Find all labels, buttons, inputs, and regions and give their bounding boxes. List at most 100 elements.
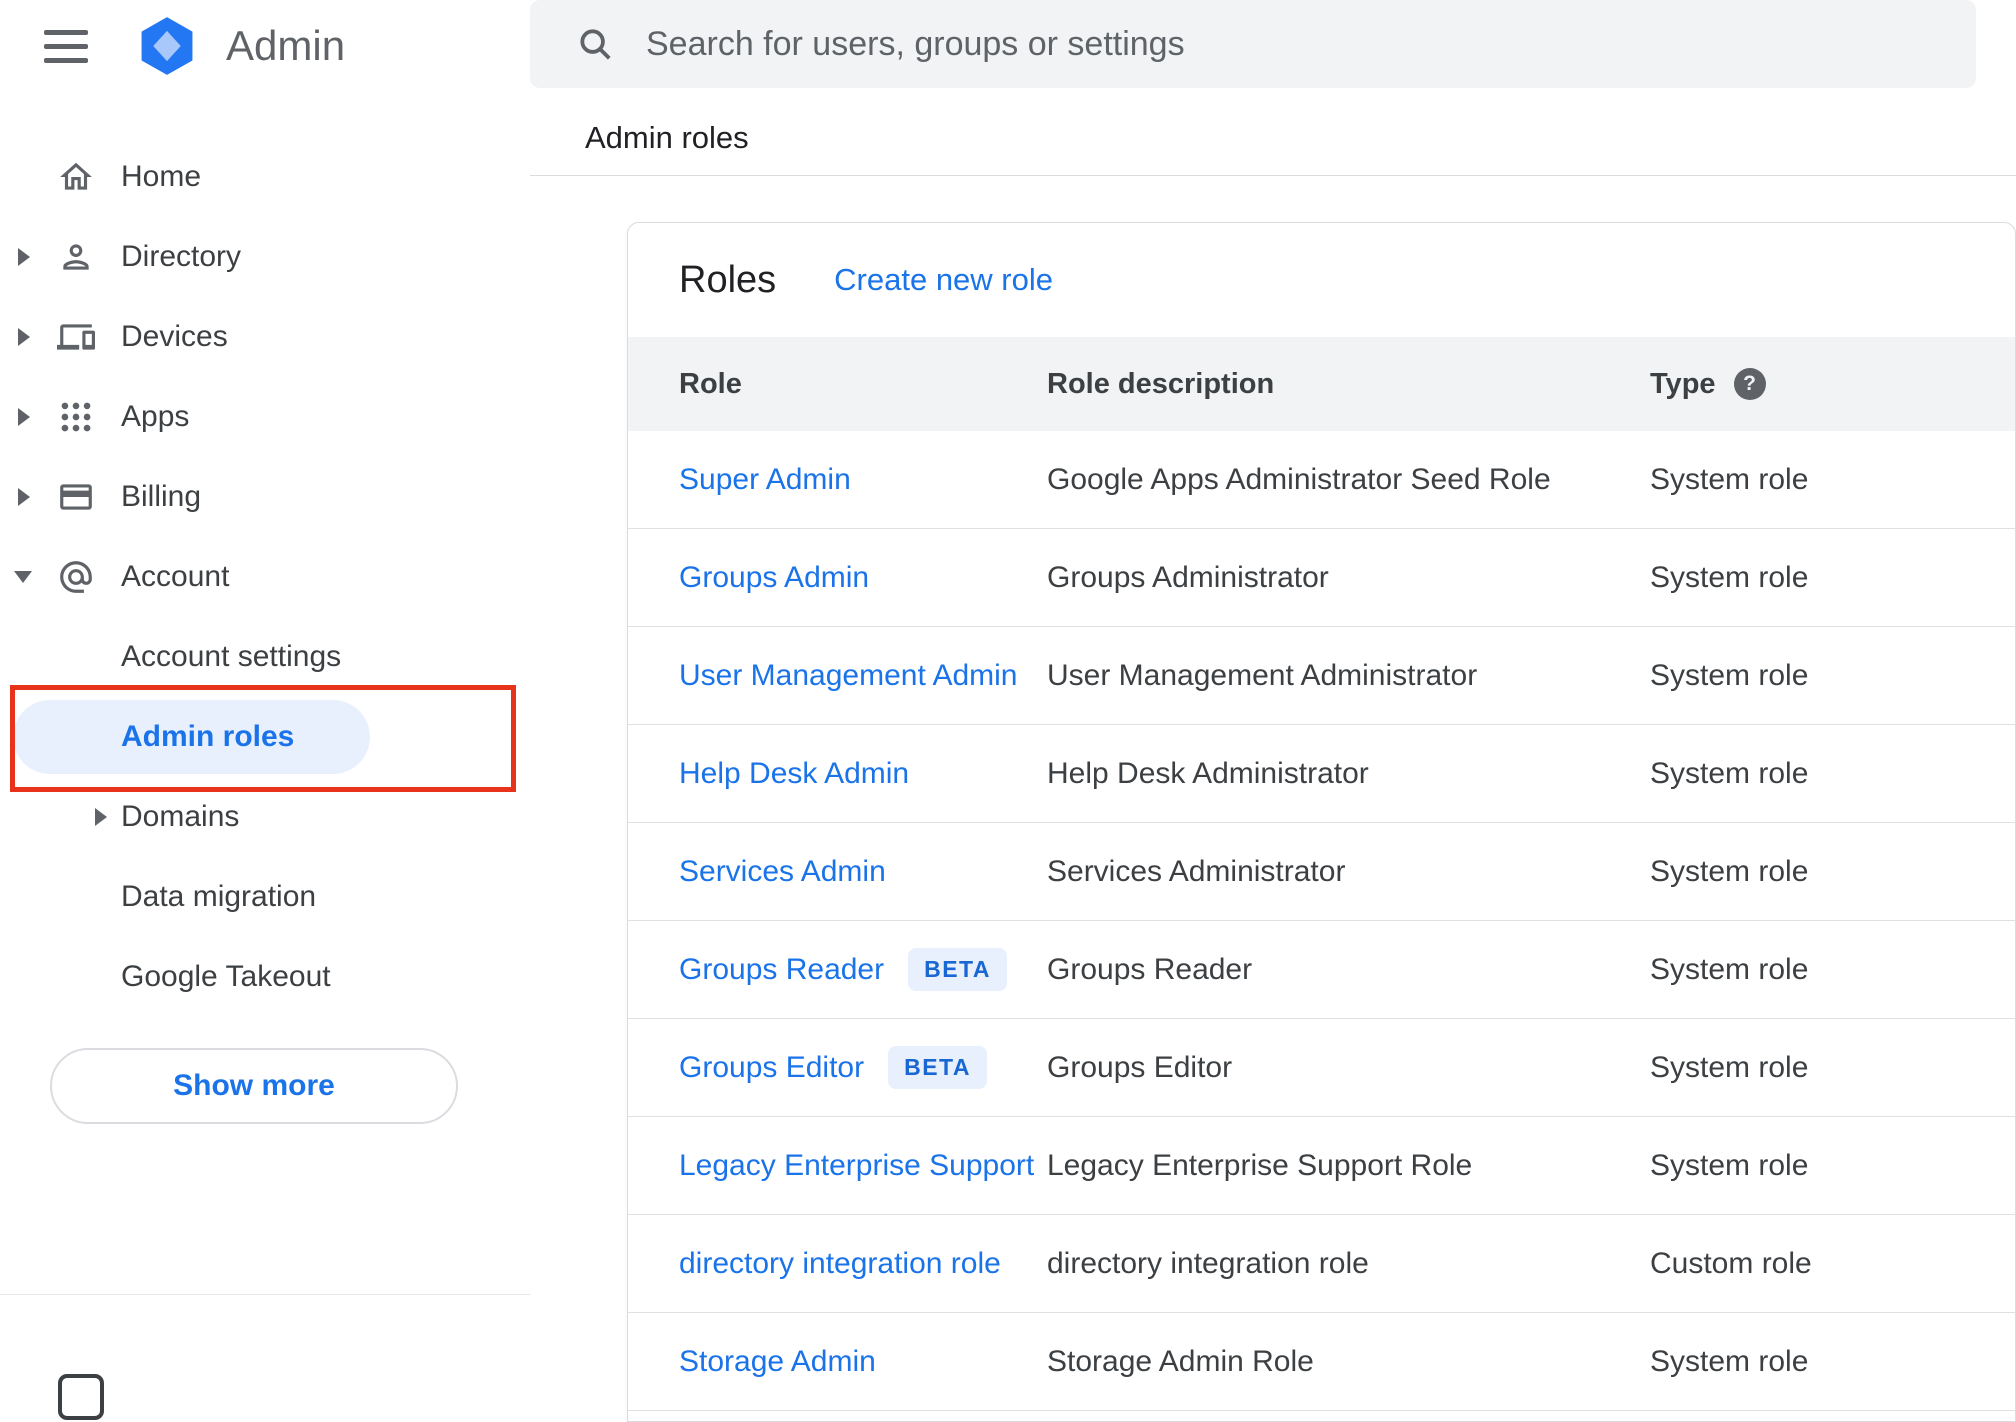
- table-row: Groups Reader BETA Groups Reader System r…: [628, 921, 2015, 1019]
- role-description: User Management Administrator: [1047, 658, 1478, 692]
- sidebar-item-label: Data migration: [121, 880, 317, 913]
- role-description: Groups Administrator: [1047, 560, 1329, 594]
- apps-grid-icon: [56, 397, 96, 437]
- table-row: directory integration role directory int…: [628, 1215, 2015, 1313]
- at-sign-icon: [56, 557, 96, 597]
- role-link[interactable]: Groups Editor: [679, 1051, 864, 1085]
- create-new-role-link[interactable]: Create new role: [834, 262, 1053, 298]
- roles-card: Roles Create new role Role Role descript…: [627, 222, 2016, 1422]
- column-header-role: Role: [679, 367, 742, 400]
- sidebar-item-devices[interactable]: Devices: [0, 297, 530, 377]
- credit-card-icon: [56, 477, 96, 517]
- sidebar-item-home[interactable]: Home: [0, 137, 530, 217]
- role-description: Google Apps Administrator Seed Role: [1047, 462, 1551, 496]
- roles-card-header: Roles Create new role: [628, 223, 2015, 337]
- column-header-type: Type: [1650, 368, 2015, 401]
- chevron-right-icon[interactable]: [18, 328, 30, 346]
- table-row: User Management Admin User Management Ad…: [628, 627, 2015, 725]
- show-more-button[interactable]: Show more: [50, 1048, 458, 1124]
- role-description: directory integration role: [1047, 1246, 1369, 1280]
- sidebar-item-label: Home: [121, 160, 202, 193]
- role-type: System role: [1650, 658, 1809, 692]
- search-input[interactable]: [646, 24, 1946, 64]
- sidebar-item-label: Billing: [121, 480, 202, 513]
- sidebar-item-account[interactable]: Account: [0, 537, 530, 617]
- role-link[interactable]: Legacy Enterprise Support: [679, 1149, 1034, 1183]
- beta-badge: BETA: [908, 948, 1008, 991]
- role-type: Custom role: [1650, 1246, 1812, 1280]
- column-header-type-label: Type: [1650, 367, 1716, 400]
- admin-logo-icon: [134, 13, 200, 79]
- devices-icon: [56, 317, 96, 357]
- role-type: System role: [1650, 952, 1809, 986]
- sidebar-item-label: Domains: [121, 800, 240, 833]
- footer-partial-icon[interactable]: [58, 1374, 104, 1420]
- role-link[interactable]: Storage Admin: [679, 1345, 876, 1379]
- table-row: Super Admin Google Apps Administrator Se…: [628, 431, 2015, 529]
- sidebar-item-label: Account settings: [121, 640, 342, 673]
- chevron-down-icon[interactable]: [14, 571, 32, 583]
- role-link[interactable]: Services Admin: [679, 855, 886, 889]
- chevron-right-icon[interactable]: [18, 248, 30, 266]
- home-icon: [56, 157, 96, 197]
- sidebar-item-label: Admin roles: [121, 720, 295, 753]
- role-link[interactable]: Help Desk Admin: [679, 757, 909, 791]
- sidebar-item-label: Account: [121, 560, 230, 593]
- table-row: Services Admin Services Administrator Sy…: [628, 823, 2015, 921]
- table-row: Storage Admin Storage Admin Role System …: [628, 1313, 2015, 1411]
- role-type: System role: [1650, 560, 1809, 594]
- table-row: Help Desk Admin Help Desk Administrator …: [628, 725, 2015, 823]
- role-type: System role: [1650, 756, 1809, 790]
- column-header-description: Role description: [1047, 367, 1275, 400]
- beta-badge: BETA: [888, 1046, 987, 1089]
- sidebar-header: Admin: [0, 0, 530, 92]
- header-divider: [530, 175, 2016, 176]
- sidebar-item-label: Apps: [121, 400, 190, 433]
- sidebar-item-label: Directory: [121, 240, 242, 273]
- role-type: System role: [1650, 854, 1809, 888]
- role-type: System role: [1650, 462, 1809, 496]
- sidebar-item-apps[interactable]: Apps: [0, 377, 530, 457]
- sidebar-item-label: Google Takeout: [121, 960, 331, 993]
- sidebar-footer-divider: [0, 1294, 530, 1295]
- hamburger-menu-icon[interactable]: [44, 29, 90, 63]
- sidebar-item-billing[interactable]: Billing: [0, 457, 530, 537]
- roles-table-header: Role Role description Type: [628, 337, 2015, 431]
- chevron-right-icon[interactable]: [18, 408, 30, 426]
- table-row: Legacy Enterprise Support Legacy Enterpr…: [628, 1117, 2015, 1215]
- chevron-right-icon[interactable]: [18, 488, 30, 506]
- table-row: Groups Editor BETA Groups Editor System r…: [628, 1019, 2015, 1117]
- role-type: System role: [1650, 1148, 1809, 1182]
- role-description: Groups Editor: [1047, 1050, 1233, 1084]
- role-link[interactable]: User Management Admin: [679, 659, 1018, 693]
- sidebar-item-google-takeout[interactable]: Google Takeout: [0, 937, 530, 1017]
- search-icon: [576, 25, 614, 63]
- role-description: Services Administrator: [1047, 854, 1346, 888]
- sidebar-nav: Home Directory Devices Apps Billing Acco…: [0, 137, 530, 1017]
- role-link[interactable]: directory integration role: [679, 1247, 1001, 1281]
- role-description: Storage Admin Role: [1047, 1344, 1314, 1378]
- person-icon: [56, 237, 96, 277]
- breadcrumb: Admin roles: [585, 120, 749, 155]
- role-description: Help Desk Administrator: [1047, 756, 1369, 790]
- role-link[interactable]: Groups Admin: [679, 561, 869, 595]
- sidebar-item-data-migration[interactable]: Data migration: [0, 857, 530, 937]
- sidebar-item-account-settings[interactable]: Account settings: [0, 617, 530, 697]
- sidebar-item-admin-roles[interactable]: Admin roles: [0, 697, 530, 777]
- search-bar[interactable]: [530, 0, 1976, 88]
- role-description: Groups Reader: [1047, 952, 1253, 986]
- role-link[interactable]: Super Admin: [679, 463, 851, 497]
- role-link[interactable]: Groups Reader: [679, 953, 884, 987]
- role-description: Legacy Enterprise Support Role: [1047, 1148, 1473, 1182]
- role-type: System role: [1650, 1344, 1809, 1378]
- sidebar-item-label: Devices: [121, 320, 228, 353]
- chevron-right-icon[interactable]: [95, 808, 107, 826]
- app-title: Admin: [226, 22, 346, 69]
- roles-title: Roles: [679, 258, 777, 301]
- sidebar-item-directory[interactable]: Directory: [0, 217, 530, 297]
- table-row: Groups Admin Groups Administrator System…: [628, 529, 2015, 627]
- role-type: System role: [1650, 1050, 1809, 1084]
- sidebar-item-domains[interactable]: Domains: [0, 777, 530, 857]
- help-icon[interactable]: [1733, 368, 1766, 400]
- sidebar: Admin Home Directory Devices Apps Billin…: [0, 0, 530, 1420]
